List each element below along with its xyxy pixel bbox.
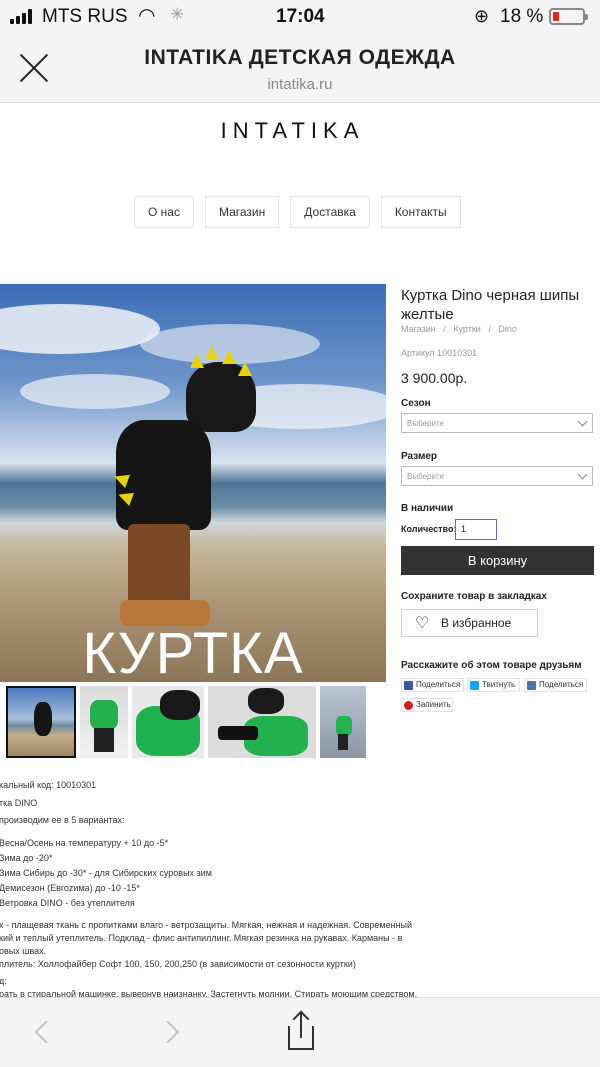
share-pinterest-button[interactable]: Запинить: [401, 698, 453, 712]
chevron-down-icon: [577, 416, 588, 427]
main-nav: О нас Магазин Доставка Контакты: [134, 196, 461, 228]
wifi-icon: ◠: [138, 5, 156, 27]
breadcrumb-separator: /: [488, 324, 491, 334]
description-line: кальный код: 10010301: [0, 780, 97, 790]
thumbnail-5[interactable]: [320, 686, 366, 758]
description-line: Демисезон (Евrozима) до -10 -15*: [0, 883, 140, 893]
quantity-label: Количество:: [401, 524, 457, 534]
description-line: кий и теплый утеплитель. Подклад - флис …: [0, 933, 403, 943]
nav-item-contacts[interactable]: Контакты: [380, 196, 461, 228]
page-title: INTATIKA ДЕТСКАЯ ОДЕЖДА: [144, 46, 456, 69]
description-line: плитель: Холлофайбер Софт 100, 150, 200,…: [0, 959, 356, 969]
description-line: производим ее в 5 вариантах:: [0, 815, 125, 825]
product-title: Куртка Dino черная шипы желтые: [401, 287, 580, 323]
quantity-input[interactable]: 1: [455, 519, 497, 540]
season-select-value: Выберите: [407, 419, 444, 428]
description-line: тка DINO: [0, 798, 38, 808]
breadcrumb-separator: /: [443, 324, 446, 334]
nav-item-shop[interactable]: Магазин: [204, 196, 280, 228]
page-url[interactable]: intatika.ru: [0, 76, 600, 93]
size-label: Размер: [401, 451, 438, 462]
bookmark-text: Сохраните товар в закладках: [401, 591, 547, 602]
season-select[interactable]: Выберите: [401, 413, 593, 433]
size-select-value: Выберите: [407, 472, 444, 481]
description-line: х - плащевая ткань с пропитками влаго - …: [0, 920, 413, 930]
orientation-lock-icon: ⊕: [474, 6, 490, 26]
chevron-down-icon: [577, 469, 588, 480]
size-select[interactable]: Выберите: [401, 466, 593, 486]
thumbnail-3[interactable]: [132, 686, 204, 758]
share-facebook-button[interactable]: Поделиться: [401, 678, 464, 692]
thumbnail-2[interactable]: [80, 686, 128, 758]
description-line: д:: [0, 976, 7, 986]
nav-item-about[interactable]: О нас: [134, 196, 194, 228]
share-icon[interactable]: [285, 1010, 317, 1052]
vk-icon: [527, 681, 536, 690]
photo-caption: КУРТКА: [82, 621, 304, 686]
breadcrumb: Магазин / Куртки / Dino: [401, 324, 517, 334]
jacket-body: [116, 420, 211, 530]
share-facebook-label: Поделиться: [416, 680, 461, 689]
description-line: Зима до -20*: [0, 853, 53, 863]
pants: [128, 524, 190, 606]
share-twitter-button[interactable]: Твитнуть: [467, 678, 520, 692]
add-to-cart-button[interactable]: В корзину: [401, 546, 594, 575]
breadcrumb-dino[interactable]: Dino: [498, 324, 517, 334]
stock-status: В наличии: [401, 503, 454, 514]
add-to-favorites-button[interactable]: ♡ В избранное: [401, 609, 538, 637]
twitter-icon: [470, 681, 479, 690]
heart-icon: ♡: [415, 615, 430, 632]
season-label: Сезон: [401, 398, 431, 409]
description-line: Весна/Осень на температуру + 10 до -5*: [0, 838, 169, 848]
clock: 17:04: [276, 6, 325, 27]
breadcrumb-jackets[interactable]: Куртки: [453, 324, 481, 334]
share-vk-label: Поделиться: [539, 680, 584, 689]
description-line: Зима Сибирь до -30* - для Сибирских суро…: [0, 868, 212, 878]
cellular-signal-icon: [10, 9, 36, 24]
thumbnail-4[interactable]: [208, 686, 316, 758]
description-line: Ветровка DINO - без утеплителя: [0, 898, 135, 908]
share-vk-button[interactable]: Поделиться: [524, 678, 587, 692]
nav-item-delivery[interactable]: Доставка: [290, 196, 370, 228]
thumbnail-1[interactable]: [6, 686, 76, 758]
forward-arrow-icon[interactable]: [156, 1020, 180, 1044]
share-twitter-label: Твитнуть: [482, 680, 516, 689]
description-line: овых швах.: [0, 946, 47, 956]
site-logo[interactable]: INTATIKA: [0, 118, 585, 144]
facebook-icon: [404, 681, 413, 690]
product-price: 3 900.00р.: [401, 370, 468, 386]
battery-percent: 18 %: [500, 6, 544, 27]
share-pinterest-label: Запинить: [416, 700, 451, 709]
battery-icon: [549, 8, 588, 25]
browser-header: INTATIKA ДЕТСКАЯ ОДЕЖДА intatika.ru: [0, 34, 600, 103]
favorites-label: В избранное: [441, 616, 512, 630]
share-title: Расскажите об этом товаре друзьям: [401, 660, 582, 671]
browser-toolbar: [0, 997, 600, 1067]
loading-spinner-icon: ✳: [170, 5, 185, 24]
status-bar: MTS RUS ◠ ✳ 17:04 ⊕ 18 %: [0, 0, 600, 34]
carrier-name: MTS RUS: [42, 6, 128, 27]
breadcrumb-shop[interactable]: Магазин: [401, 324, 436, 334]
product-sku: Артикул 10010301: [401, 348, 478, 358]
back-arrow-icon[interactable]: [34, 1020, 58, 1044]
pinterest-icon: [404, 701, 413, 710]
